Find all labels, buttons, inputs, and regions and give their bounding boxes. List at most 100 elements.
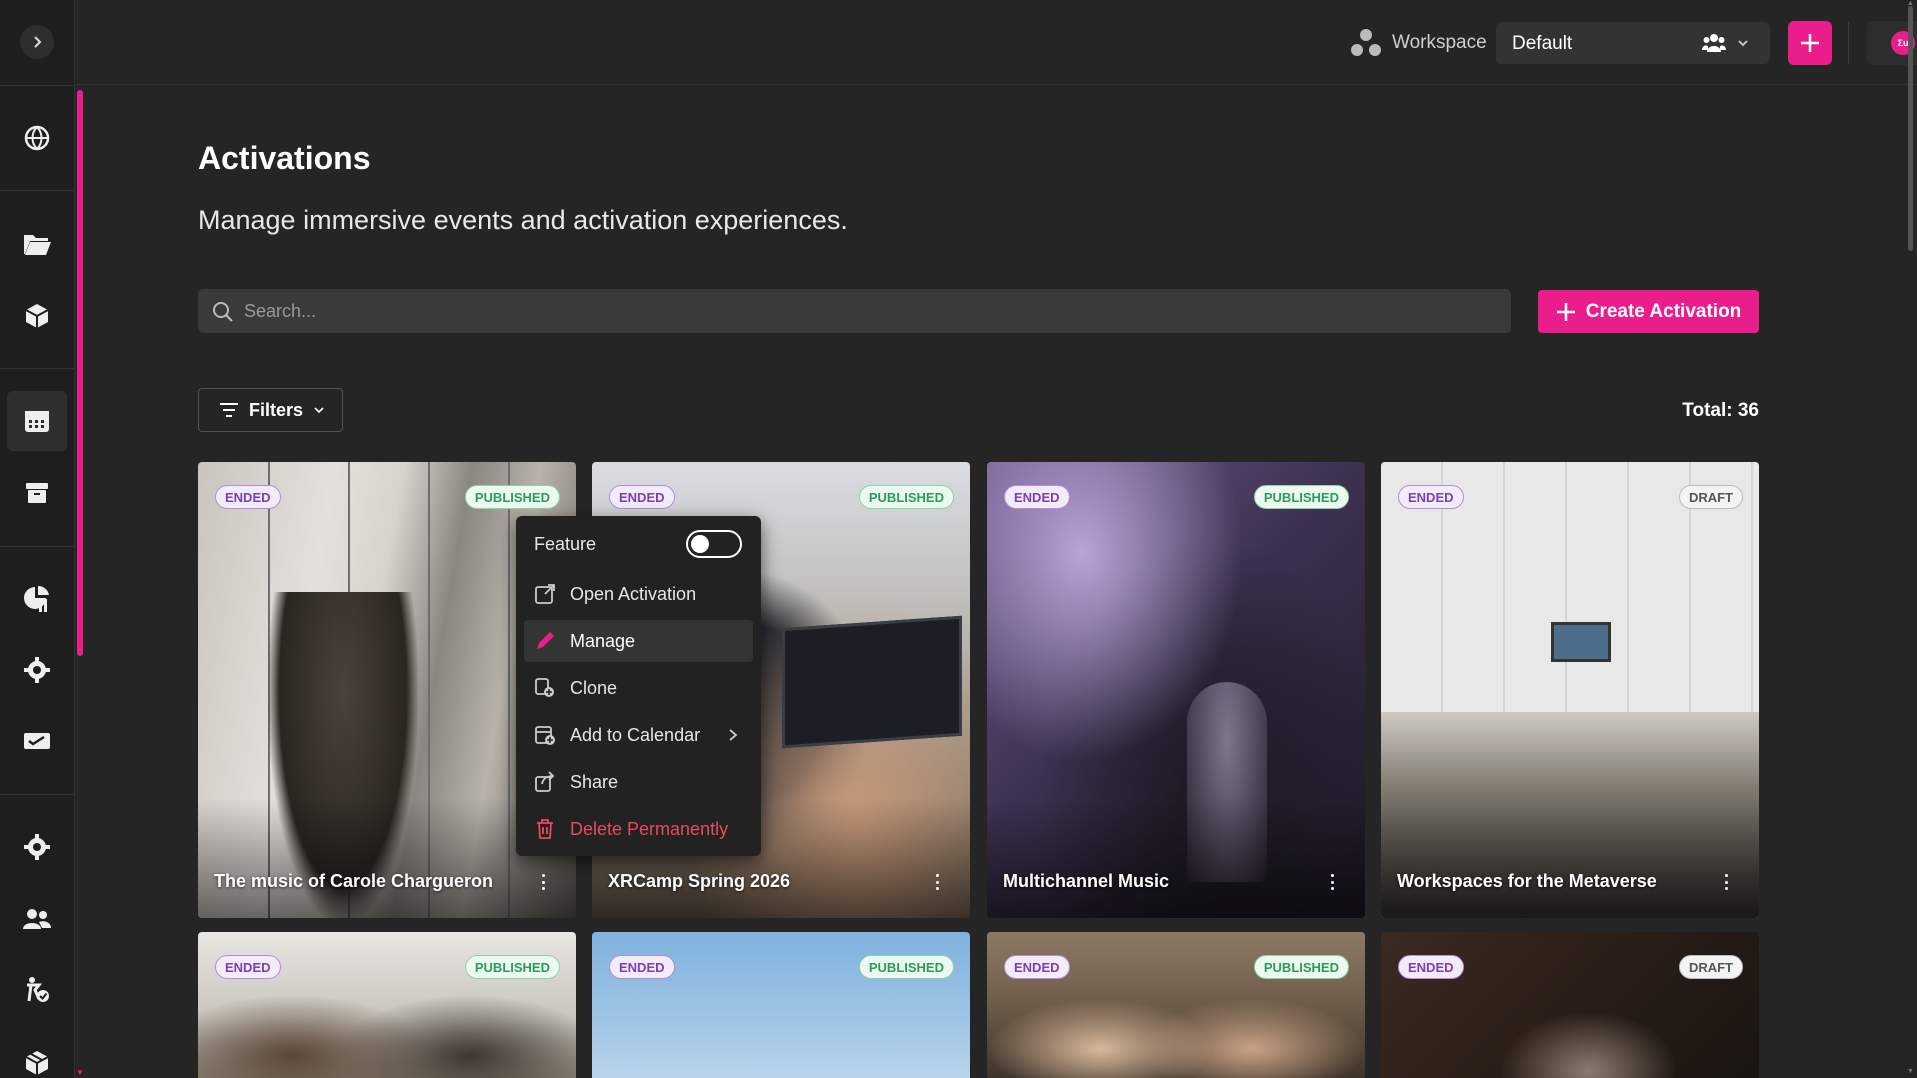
status-badge: ENDED <box>215 955 281 979</box>
card-more-button[interactable] <box>538 872 548 892</box>
total-count: Total: 36 <box>1682 400 1759 421</box>
activation-card[interactable]: ENDED DRAFT <box>1381 932 1759 1078</box>
workspace-select-value: Default <box>1512 33 1573 54</box>
sidebar-item-settings[interactable] <box>17 827 57 867</box>
search-input[interactable] <box>244 289 1494 333</box>
calendar-icon <box>25 411 49 432</box>
workspace-logo-icon <box>1351 29 1381 56</box>
plus-icon <box>1801 34 1819 52</box>
sidebar-item-gear[interactable] <box>17 650 57 690</box>
card-more-button[interactable] <box>1721 872 1731 892</box>
card-shade <box>1381 798 1759 918</box>
menu-item-label: Open Activation <box>570 583 697 604</box>
menu-item-share[interactable]: Share <box>524 761 753 803</box>
sidebar-scrollbar[interactable] <box>77 90 83 656</box>
status-badge: ENDED <box>1398 485 1464 509</box>
page-scrollbar[interactable] <box>1908 6 1913 251</box>
activation-card[interactable]: ENDED PUBLISHED <box>198 932 576 1078</box>
publish-badge: DRAFT <box>1678 955 1743 979</box>
sidebar-item-calendar[interactable] <box>7 391 67 451</box>
status-badge: ENDED <box>1398 955 1464 979</box>
toggle-knob <box>691 535 709 553</box>
menu-item-label: Delete Permanently <box>570 818 729 839</box>
menu-item-open-activation[interactable]: Open Activation <box>524 573 753 615</box>
filters-button[interactable]: Filters <box>198 388 343 432</box>
accessibility-icon <box>27 977 49 1002</box>
search-bar <box>198 289 1511 333</box>
create-activation-button[interactable]: Create Activation <box>1538 290 1759 333</box>
card-more-button[interactable] <box>1327 872 1337 892</box>
share-icon <box>535 771 555 792</box>
menu-item-delete-permanently[interactable]: Delete Permanently <box>524 808 753 850</box>
chevron-down-icon <box>314 407 324 414</box>
feature-label: Feature <box>534 534 597 554</box>
menu-item-add-to-calendar[interactable]: Add to Calendar <box>524 714 753 756</box>
search-icon <box>213 302 233 322</box>
sidebar-scroll-down[interactable]: ▼ <box>76 1068 84 1077</box>
settings-icon <box>24 834 50 860</box>
globe-icon <box>24 125 50 151</box>
clone-icon <box>535 678 554 697</box>
card-context-menu: Feature Open Activation Manage Clone Add… <box>516 516 761 856</box>
workspace-select[interactable]: Default <box>1496 22 1770 64</box>
status-badge: ENDED <box>215 485 281 509</box>
activation-card[interactable]: ENDED DRAFT Workspaces for the Metaverse <box>1381 462 1759 918</box>
sidebar <box>0 0 75 1078</box>
top-bar: Workspace Default Ʃu <box>76 0 1917 85</box>
sidebar-item-globe[interactable] <box>17 118 57 158</box>
sidebar-item-cube[interactable] <box>17 296 57 336</box>
workspace-label: Workspace <box>1392 32 1487 53</box>
sidebar-item-users[interactable] <box>17 899 57 939</box>
card-more-button[interactable] <box>932 872 942 892</box>
activation-card[interactable]: ENDED PUBLISHED <box>592 932 970 1078</box>
menu-item-clone[interactable]: Clone <box>524 667 753 709</box>
publish-badge: PUBLISHED <box>858 955 954 979</box>
sidebar-item-archive[interactable] <box>17 473 57 513</box>
card-image-screen <box>1551 622 1611 662</box>
chevron-right-icon <box>34 36 42 48</box>
card-image <box>592 932 970 1078</box>
publish-badge: PUBLISHED <box>464 485 560 509</box>
filters-label: Filters <box>249 399 304 420</box>
sidebar-divider <box>0 546 75 547</box>
create-activation-label: Create Activation <box>1585 300 1742 322</box>
users-icon <box>23 909 51 929</box>
activation-card[interactable]: ENDED PUBLISHED <box>987 932 1365 1078</box>
card-image <box>1381 932 1759 1078</box>
publish-badge: PUBLISHED <box>1253 485 1349 509</box>
page-title: Activations <box>198 140 371 176</box>
filter-icon <box>220 403 238 417</box>
menu-item-label: Share <box>570 771 619 792</box>
feature-toggle[interactable] <box>686 530 742 558</box>
menu-item-manage[interactable]: Manage <box>524 620 753 662</box>
card-title: The music of Carole Chargueron <box>214 871 494 891</box>
archive-icon <box>26 483 48 503</box>
page-subtitle: Manage immersive events and activation e… <box>198 205 848 235</box>
card-shade <box>987 798 1365 918</box>
sidebar-divider <box>0 368 75 369</box>
card-title: Multichannel Music <box>1003 871 1170 891</box>
status-badge: ENDED <box>1004 955 1070 979</box>
calendar-add-icon <box>535 726 555 745</box>
sidebar-item-accessibility[interactable] <box>17 970 57 1010</box>
menu-item-label: Manage <box>570 630 636 651</box>
sidebar-toggle-button[interactable] <box>20 25 54 59</box>
folder-icon <box>24 235 51 255</box>
ticket-icon <box>24 733 50 749</box>
publish-badge: PUBLISHED <box>1253 955 1349 979</box>
activation-card[interactable]: ENDED PUBLISHED Multichannel Music <box>987 462 1365 918</box>
sidebar-item-package[interactable] <box>17 1043 57 1078</box>
menu-item-label: Add to Calendar <box>570 724 701 745</box>
pencil-icon <box>537 632 554 649</box>
team-icon <box>1702 34 1726 52</box>
sidebar-item-folder[interactable] <box>17 224 57 264</box>
publish-badge: DRAFT <box>1678 485 1743 509</box>
sidebar-item-analytics[interactable] <box>17 579 57 619</box>
card-image <box>987 932 1365 1078</box>
card-title: XRCamp Spring 2026 <box>608 871 791 891</box>
publish-badge: PUBLISHED <box>464 955 560 979</box>
page-scroll-down[interactable]: ▼ <box>1907 1068 1914 1075</box>
sidebar-divider <box>0 190 75 191</box>
sidebar-item-ticket[interactable] <box>17 721 57 761</box>
add-button[interactable] <box>1788 21 1832 65</box>
